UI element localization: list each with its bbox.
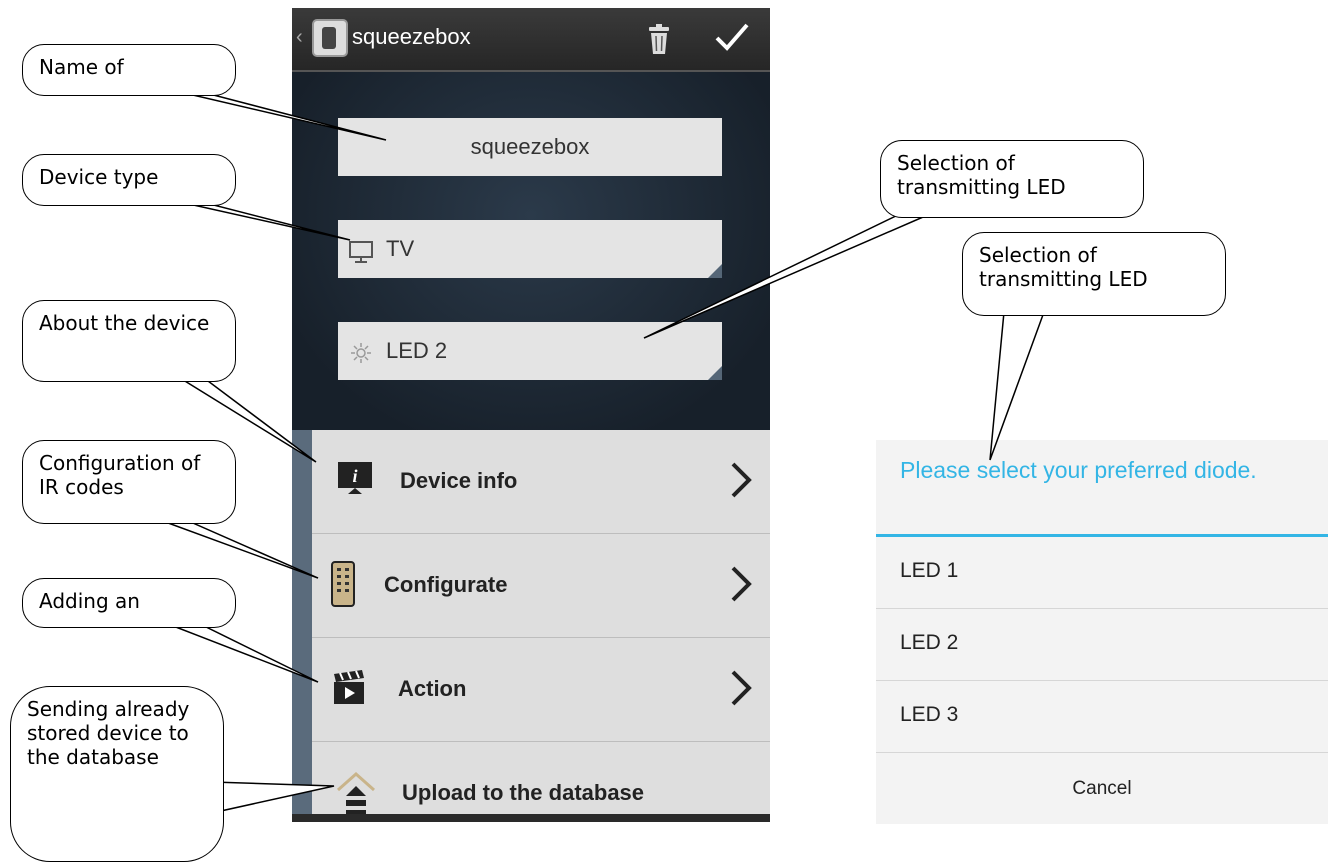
row-label: Device info bbox=[400, 468, 518, 493]
device-name-input[interactable]: squeezebox bbox=[338, 118, 722, 176]
led-icon bbox=[351, 343, 371, 363]
cancel-button[interactable]: Cancel bbox=[876, 754, 1328, 824]
option-led-2[interactable]: LED 2 bbox=[876, 609, 1328, 681]
device-name-value: squeezebox bbox=[470, 134, 590, 159]
info-screen-icon: i bbox=[338, 462, 372, 494]
callout-sending: Sending already stored device to the dat… bbox=[10, 686, 224, 862]
upload-house-icon bbox=[337, 771, 375, 816]
led-value: LED 2 bbox=[386, 338, 448, 363]
app-title: squeezebox bbox=[352, 24, 471, 49]
dialog-title: Please select your preferred diode. bbox=[900, 457, 1257, 483]
svg-text:i: i bbox=[352, 466, 357, 486]
row-label: Upload to the database bbox=[402, 780, 645, 805]
option-led-1[interactable]: LED 1 bbox=[876, 537, 1328, 609]
callout-config-ir: Configuration of IR codes bbox=[22, 440, 236, 524]
spinner-corner bbox=[708, 264, 722, 278]
clapperboard-icon bbox=[334, 670, 364, 704]
device-type-value: TV bbox=[386, 236, 415, 261]
action-bar: ‹ squeezebox bbox=[292, 8, 770, 72]
check-icon[interactable] bbox=[714, 20, 750, 54]
bottom-bar bbox=[292, 814, 770, 822]
led-select[interactable]: LED 2 bbox=[338, 322, 722, 380]
callout-about-device: About the device bbox=[22, 300, 236, 382]
callout-name: Name of bbox=[22, 44, 236, 96]
app-remote-icon[interactable] bbox=[312, 19, 348, 57]
callout-device-type: Device type bbox=[22, 154, 236, 206]
chevron-right-icon bbox=[731, 566, 752, 602]
menu-list: i Device info Configurate Action Upload … bbox=[292, 430, 770, 822]
row-label: Configurate bbox=[384, 572, 508, 597]
row-label: Action bbox=[398, 676, 467, 701]
tv-icon bbox=[349, 241, 373, 263]
device-type-select[interactable]: TV bbox=[338, 220, 722, 278]
row-upload[interactable]: Upload to the database bbox=[312, 742, 770, 822]
list-edge-strip bbox=[292, 430, 312, 822]
spinner-corner bbox=[708, 366, 722, 380]
callout-led-selection-1: Selection of transmitting LED bbox=[880, 140, 1144, 218]
callout-led-selection-2: Selection of transmitting LED bbox=[962, 232, 1226, 316]
row-action[interactable]: Action bbox=[312, 638, 770, 742]
back-icon[interactable]: ‹ bbox=[296, 26, 303, 49]
row-device-info[interactable]: i Device info bbox=[312, 430, 770, 534]
phone-screen: ‹ squeezebox squeezebox TV LED 2 i Devic… bbox=[292, 8, 770, 822]
diode-dialog: Please select your preferred diode. LED … bbox=[876, 440, 1328, 824]
chevron-right-icon bbox=[731, 462, 752, 498]
chevron-right-icon bbox=[731, 670, 752, 706]
option-led-3[interactable]: LED 3 bbox=[876, 681, 1328, 753]
row-configurate[interactable]: Configurate bbox=[312, 534, 770, 638]
remote-icon bbox=[331, 561, 355, 607]
trash-icon[interactable] bbox=[648, 24, 670, 54]
callout-adding: Adding an bbox=[22, 578, 236, 628]
